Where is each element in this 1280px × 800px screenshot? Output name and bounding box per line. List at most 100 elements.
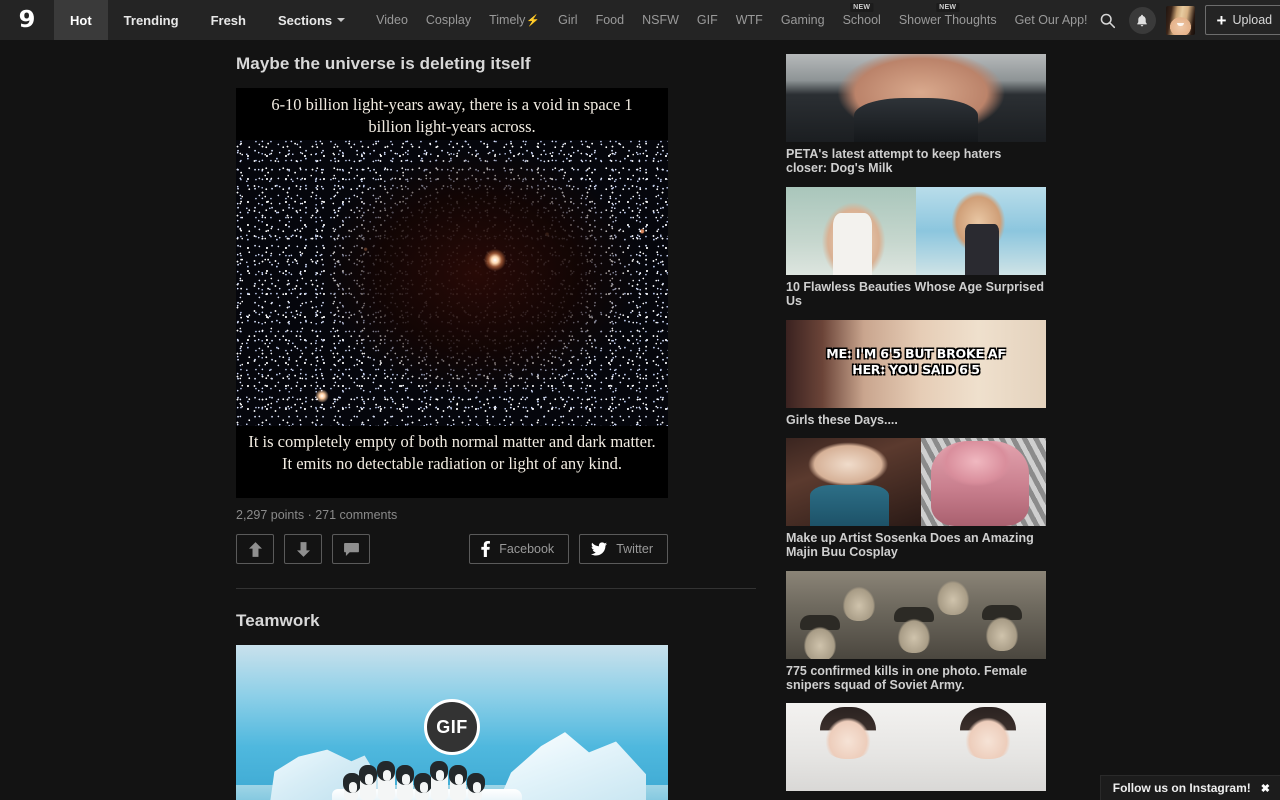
- bell-icon[interactable]: [1129, 7, 1156, 34]
- sidebar-item-title[interactable]: 10 Flawless Beauties Whose Age Surprised…: [786, 280, 1044, 309]
- upload-button-label: Upload: [1232, 13, 1272, 27]
- post-item: Teamwork: [236, 611, 776, 800]
- penguin: [344, 775, 358, 800]
- section-link-gaming[interactable]: Gaming: [772, 0, 834, 40]
- comment-button[interactable]: [332, 534, 370, 564]
- post-title[interactable]: Maybe the universe is deleting itself: [236, 54, 776, 74]
- section-label-video: Video: [376, 13, 408, 27]
- sidebar-thumbnail[interactable]: ME: I'M 6'5 BUT BROKE AF HER: YOU SAID 6…: [786, 320, 1046, 408]
- sidebar-recommended: PETA's latest attempt to keep haters clo…: [776, 54, 1054, 800]
- post-image-space-void: 6-10 billion light-years away, there is …: [236, 88, 668, 498]
- close-icon[interactable]: ✖: [1261, 782, 1270, 795]
- iceberg-right: [496, 729, 646, 800]
- section-link-shower-thoughts[interactable]: NEW Shower Thoughts: [890, 0, 1006, 40]
- thumb-face: [842, 581, 876, 621]
- nav-tab-hot[interactable]: Hot: [54, 0, 108, 40]
- thumb-face: [985, 611, 1019, 651]
- post-media[interactable]: 6-10 billion light-years away, there is …: [236, 88, 668, 498]
- sidebar-thumbnail[interactable]: [786, 54, 1046, 142]
- section-link-girl[interactable]: Girl: [549, 0, 586, 40]
- penguin: [397, 767, 413, 800]
- sidebar-item[interactable]: ME: I'M 6'5 BUT BROKE AF HER: YOU SAID 6…: [786, 320, 1054, 427]
- section-label-timely: Timely: [489, 13, 525, 27]
- downvote-arrow-icon: [297, 542, 310, 557]
- section-label-school: School: [843, 13, 881, 27]
- sidebar-thumbnail[interactable]: [786, 187, 1046, 275]
- post-title[interactable]: Teamwork: [236, 611, 776, 631]
- sidebar-item[interactable]: Make up Artist Sosenka Does an Amazing M…: [786, 438, 1054, 560]
- nav-tab-fresh[interactable]: Fresh: [195, 0, 262, 40]
- post-divider: [236, 588, 756, 589]
- star-glow-primary: [484, 249, 506, 271]
- navbar-actions: + Upload: [1097, 0, 1280, 40]
- section-link-gif[interactable]: GIF: [688, 0, 727, 40]
- thumb-face: [820, 707, 876, 759]
- thumb-face: [897, 613, 931, 653]
- meme-line-1: ME: I'M 6'5 BUT BROKE AF: [786, 346, 1046, 362]
- share-facebook-button[interactable]: Facebook: [469, 534, 569, 564]
- new-badge-shower-thoughts: NEW: [936, 3, 959, 12]
- post-image-penguins: GIF: [236, 645, 668, 800]
- section-label-cosplay: Cosplay: [426, 13, 471, 27]
- vote-actions: [236, 534, 370, 564]
- sidebar-thumbnail[interactable]: [786, 571, 1046, 659]
- section-link-cosplay[interactable]: Cosplay: [417, 0, 480, 40]
- sidebar-item[interactable]: [786, 703, 1054, 791]
- sidebar-item-title[interactable]: Make up Artist Sosenka Does an Amazing M…: [786, 531, 1044, 560]
- gif-play-badge[interactable]: GIF: [424, 699, 480, 755]
- meme-line-2: HER: YOU SAID 6'5: [786, 362, 1046, 378]
- page-body: Maybe the universe is deleting itself 6-…: [0, 40, 1280, 800]
- upvote-button[interactable]: [236, 534, 274, 564]
- penguin: [431, 763, 448, 800]
- main-feed: Maybe the universe is deleting itself 6-…: [236, 54, 776, 800]
- thumb-left-half: [786, 438, 921, 526]
- penguin: [415, 775, 429, 800]
- 9gag-logo[interactable]: 9: [0, 0, 54, 40]
- section-label-girl: Girl: [558, 13, 577, 27]
- upload-button[interactable]: + Upload: [1205, 5, 1280, 35]
- instagram-follow-bar[interactable]: Follow us on Instagram! ✖: [1100, 775, 1280, 800]
- section-link-food[interactable]: Food: [587, 0, 634, 40]
- thumb-face: [960, 707, 1016, 759]
- sections-nav: Video Cosplay Timely ⚡ Girl Food NSFW GI…: [361, 0, 1096, 40]
- thumb-right-half: [921, 438, 1046, 526]
- sidebar-item-title[interactable]: Girls these Days....: [786, 413, 1044, 427]
- primary-nav: Hot Trending Fresh Sections: [54, 0, 361, 40]
- sidebar-item[interactable]: 10 Flawless Beauties Whose Age Surprised…: [786, 187, 1054, 309]
- section-link-timely[interactable]: Timely ⚡: [480, 0, 549, 40]
- thumb-face: [936, 575, 970, 615]
- facebook-icon: [481, 541, 490, 557]
- avatar[interactable]: [1166, 6, 1195, 35]
- section-link-wtf[interactable]: WTF: [727, 0, 772, 40]
- sidebar-item[interactable]: PETA's latest attempt to keep haters clo…: [786, 54, 1054, 176]
- plus-icon: +: [1217, 12, 1227, 29]
- chevron-down-icon: [337, 18, 345, 22]
- sidebar-item[interactable]: 775 confirmed kills in one photo. Female…: [786, 571, 1054, 693]
- section-link-get-our-app[interactable]: Get Our App!: [1006, 0, 1097, 40]
- star-glow-secondary: [316, 389, 329, 402]
- search-icon[interactable]: [1097, 9, 1119, 31]
- upvote-arrow-icon: [249, 542, 262, 557]
- nav-tab-sections[interactable]: Sections: [262, 0, 361, 40]
- new-badge-school: NEW: [850, 3, 873, 12]
- section-link-nsfw[interactable]: NSFW: [633, 0, 688, 40]
- nav-tab-sections-label: Sections: [278, 13, 332, 28]
- thumb-left-half: [786, 187, 916, 275]
- share-facebook-label: Facebook: [499, 542, 554, 556]
- section-label-get-our-app: Get Our App!: [1015, 13, 1088, 27]
- section-label-food: Food: [596, 13, 625, 27]
- section-link-school[interactable]: NEW School: [834, 0, 890, 40]
- section-link-video[interactable]: Video: [367, 0, 417, 40]
- share-twitter-label: Twitter: [616, 542, 653, 556]
- top-navbar: 9 Hot Trending Fresh Sections Video Cosp…: [0, 0, 1280, 40]
- nav-tab-trending[interactable]: Trending: [108, 0, 195, 40]
- post-media[interactable]: GIF: [236, 645, 668, 800]
- sidebar-item-title[interactable]: PETA's latest attempt to keep haters clo…: [786, 147, 1044, 176]
- sidebar-thumbnail[interactable]: [786, 438, 1046, 526]
- comment-bubble-icon: [344, 543, 359, 556]
- penguin: [450, 767, 466, 800]
- sidebar-thumbnail[interactable]: [786, 703, 1046, 791]
- sidebar-item-title[interactable]: 775 confirmed kills in one photo. Female…: [786, 664, 1044, 693]
- downvote-button[interactable]: [284, 534, 322, 564]
- share-twitter-button[interactable]: Twitter: [579, 534, 668, 564]
